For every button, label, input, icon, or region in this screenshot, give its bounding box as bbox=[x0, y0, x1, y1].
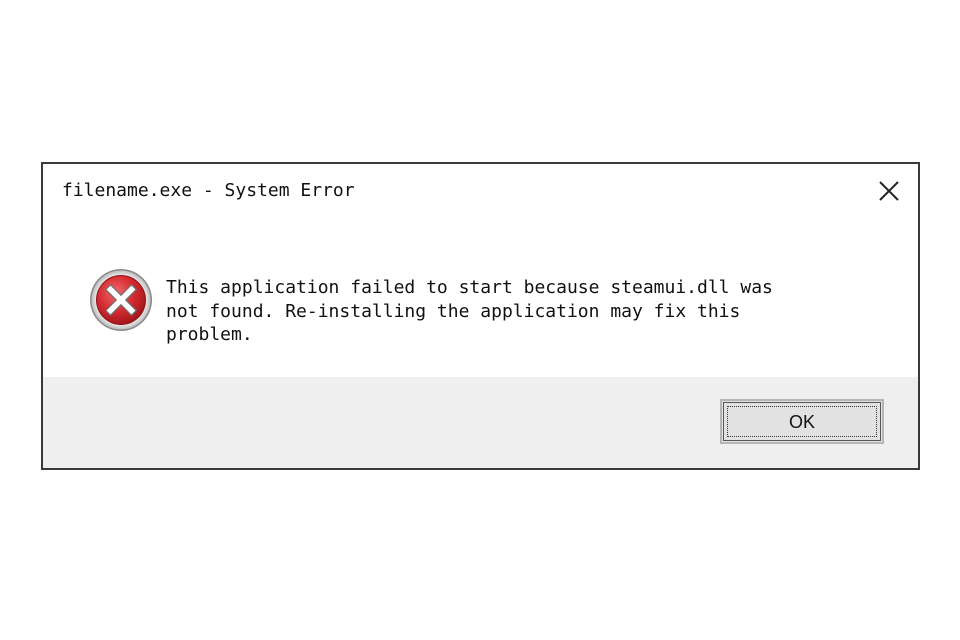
dialog-title: filename.exe - System Error bbox=[62, 180, 355, 201]
error-icon bbox=[90, 269, 152, 331]
message-line: problem. bbox=[166, 324, 253, 345]
close-icon bbox=[879, 181, 899, 201]
error-message: This application failed to start because… bbox=[166, 276, 846, 347]
ok-button[interactable]: OK bbox=[720, 399, 884, 444]
message-line: This application failed to start because… bbox=[166, 277, 773, 298]
dialog-footer: OK bbox=[43, 377, 918, 468]
close-button[interactable] bbox=[876, 178, 902, 204]
message-line: not found. Re-installing the application… bbox=[166, 300, 741, 322]
ok-button-label: OK bbox=[788, 412, 815, 432]
system-error-dialog: filename.exe - System Error This applica… bbox=[41, 162, 920, 470]
